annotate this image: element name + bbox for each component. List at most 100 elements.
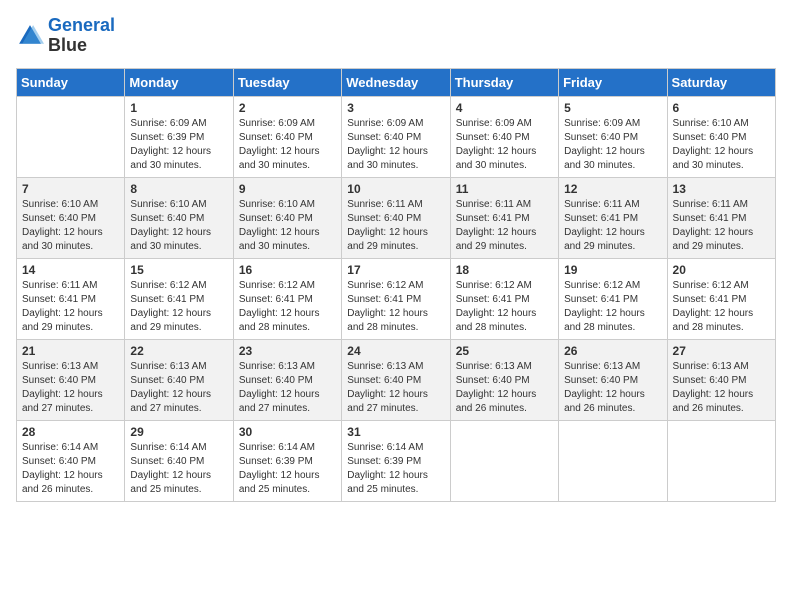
day-number: 18 [456, 263, 553, 277]
calendar-cell [17, 96, 125, 177]
calendar-cell: 13 Sunrise: 6:11 AM Sunset: 6:41 PM Dayl… [667, 177, 775, 258]
cell-info: Sunrise: 6:12 AM Sunset: 6:41 PM Dayligh… [673, 279, 770, 335]
calendar-week-1: 1 Sunrise: 6:09 AM Sunset: 6:39 PM Dayli… [17, 96, 776, 177]
day-number: 26 [564, 344, 661, 358]
calendar-cell: 30 Sunrise: 6:14 AM Sunset: 6:39 PM Dayl… [233, 420, 341, 501]
day-number: 27 [673, 344, 770, 358]
calendar-cell: 12 Sunrise: 6:11 AM Sunset: 6:41 PM Dayl… [559, 177, 667, 258]
day-number: 1 [130, 101, 227, 115]
day-number: 20 [673, 263, 770, 277]
day-number: 30 [239, 425, 336, 439]
calendar-cell: 11 Sunrise: 6:11 AM Sunset: 6:41 PM Dayl… [450, 177, 558, 258]
cell-info: Sunrise: 6:13 AM Sunset: 6:40 PM Dayligh… [456, 360, 553, 416]
cell-info: Sunrise: 6:10 AM Sunset: 6:40 PM Dayligh… [239, 198, 336, 254]
calendar-table: SundayMondayTuesdayWednesdayThursdayFrid… [16, 68, 776, 502]
column-header-thursday: Thursday [450, 68, 558, 96]
calendar-cell: 19 Sunrise: 6:12 AM Sunset: 6:41 PM Dayl… [559, 258, 667, 339]
calendar-cell: 18 Sunrise: 6:12 AM Sunset: 6:41 PM Dayl… [450, 258, 558, 339]
cell-info: Sunrise: 6:14 AM Sunset: 6:39 PM Dayligh… [347, 441, 444, 497]
cell-info: Sunrise: 6:12 AM Sunset: 6:41 PM Dayligh… [130, 279, 227, 335]
cell-info: Sunrise: 6:13 AM Sunset: 6:40 PM Dayligh… [564, 360, 661, 416]
calendar-week-3: 14 Sunrise: 6:11 AM Sunset: 6:41 PM Dayl… [17, 258, 776, 339]
day-number: 9 [239, 182, 336, 196]
calendar-cell: 14 Sunrise: 6:11 AM Sunset: 6:41 PM Dayl… [17, 258, 125, 339]
cell-info: Sunrise: 6:11 AM Sunset: 6:41 PM Dayligh… [22, 279, 119, 335]
day-number: 23 [239, 344, 336, 358]
calendar-cell [667, 420, 775, 501]
column-header-sunday: Sunday [17, 68, 125, 96]
column-header-monday: Monday [125, 68, 233, 96]
column-header-wednesday: Wednesday [342, 68, 450, 96]
cell-info: Sunrise: 6:11 AM Sunset: 6:41 PM Dayligh… [564, 198, 661, 254]
calendar-cell: 6 Sunrise: 6:10 AM Sunset: 6:40 PM Dayli… [667, 96, 775, 177]
cell-info: Sunrise: 6:13 AM Sunset: 6:40 PM Dayligh… [22, 360, 119, 416]
cell-info: Sunrise: 6:14 AM Sunset: 6:39 PM Dayligh… [239, 441, 336, 497]
calendar-cell: 17 Sunrise: 6:12 AM Sunset: 6:41 PM Dayl… [342, 258, 450, 339]
cell-info: Sunrise: 6:11 AM Sunset: 6:41 PM Dayligh… [673, 198, 770, 254]
calendar-cell: 9 Sunrise: 6:10 AM Sunset: 6:40 PM Dayli… [233, 177, 341, 258]
day-number: 14 [22, 263, 119, 277]
cell-info: Sunrise: 6:10 AM Sunset: 6:40 PM Dayligh… [22, 198, 119, 254]
day-number: 16 [239, 263, 336, 277]
calendar-cell: 28 Sunrise: 6:14 AM Sunset: 6:40 PM Dayl… [17, 420, 125, 501]
cell-info: Sunrise: 6:12 AM Sunset: 6:41 PM Dayligh… [564, 279, 661, 335]
page-header: GeneralBlue [16, 16, 776, 56]
day-number: 7 [22, 182, 119, 196]
cell-info: Sunrise: 6:13 AM Sunset: 6:40 PM Dayligh… [673, 360, 770, 416]
day-number: 12 [564, 182, 661, 196]
calendar-week-2: 7 Sunrise: 6:10 AM Sunset: 6:40 PM Dayli… [17, 177, 776, 258]
day-number: 24 [347, 344, 444, 358]
day-number: 5 [564, 101, 661, 115]
calendar-cell: 22 Sunrise: 6:13 AM Sunset: 6:40 PM Dayl… [125, 339, 233, 420]
cell-info: Sunrise: 6:11 AM Sunset: 6:40 PM Dayligh… [347, 198, 444, 254]
calendar-cell: 15 Sunrise: 6:12 AM Sunset: 6:41 PM Dayl… [125, 258, 233, 339]
column-header-saturday: Saturday [667, 68, 775, 96]
calendar-cell: 16 Sunrise: 6:12 AM Sunset: 6:41 PM Dayl… [233, 258, 341, 339]
day-number: 6 [673, 101, 770, 115]
day-number: 29 [130, 425, 227, 439]
day-number: 2 [239, 101, 336, 115]
calendar-cell: 20 Sunrise: 6:12 AM Sunset: 6:41 PM Dayl… [667, 258, 775, 339]
cell-info: Sunrise: 6:10 AM Sunset: 6:40 PM Dayligh… [130, 198, 227, 254]
day-number: 31 [347, 425, 444, 439]
cell-info: Sunrise: 6:09 AM Sunset: 6:40 PM Dayligh… [239, 117, 336, 173]
day-number: 28 [22, 425, 119, 439]
calendar-cell: 3 Sunrise: 6:09 AM Sunset: 6:40 PM Dayli… [342, 96, 450, 177]
cell-info: Sunrise: 6:14 AM Sunset: 6:40 PM Dayligh… [22, 441, 119, 497]
cell-info: Sunrise: 6:11 AM Sunset: 6:41 PM Dayligh… [456, 198, 553, 254]
calendar-cell: 7 Sunrise: 6:10 AM Sunset: 6:40 PM Dayli… [17, 177, 125, 258]
calendar-cell [450, 420, 558, 501]
day-number: 3 [347, 101, 444, 115]
cell-info: Sunrise: 6:09 AM Sunset: 6:40 PM Dayligh… [347, 117, 444, 173]
logo: GeneralBlue [16, 16, 115, 56]
cell-info: Sunrise: 6:12 AM Sunset: 6:41 PM Dayligh… [239, 279, 336, 335]
day-number: 19 [564, 263, 661, 277]
cell-info: Sunrise: 6:09 AM Sunset: 6:40 PM Dayligh… [564, 117, 661, 173]
day-number: 11 [456, 182, 553, 196]
calendar-cell: 5 Sunrise: 6:09 AM Sunset: 6:40 PM Dayli… [559, 96, 667, 177]
calendar-cell: 23 Sunrise: 6:13 AM Sunset: 6:40 PM Dayl… [233, 339, 341, 420]
day-number: 4 [456, 101, 553, 115]
calendar-cell: 4 Sunrise: 6:09 AM Sunset: 6:40 PM Dayli… [450, 96, 558, 177]
logo-icon [16, 22, 44, 50]
day-number: 25 [456, 344, 553, 358]
column-header-friday: Friday [559, 68, 667, 96]
column-header-tuesday: Tuesday [233, 68, 341, 96]
cell-info: Sunrise: 6:12 AM Sunset: 6:41 PM Dayligh… [456, 279, 553, 335]
calendar-cell: 27 Sunrise: 6:13 AM Sunset: 6:40 PM Dayl… [667, 339, 775, 420]
day-number: 15 [130, 263, 227, 277]
calendar-cell: 21 Sunrise: 6:13 AM Sunset: 6:40 PM Dayl… [17, 339, 125, 420]
calendar-cell: 29 Sunrise: 6:14 AM Sunset: 6:40 PM Dayl… [125, 420, 233, 501]
day-number: 17 [347, 263, 444, 277]
cell-info: Sunrise: 6:13 AM Sunset: 6:40 PM Dayligh… [130, 360, 227, 416]
calendar-cell: 24 Sunrise: 6:13 AM Sunset: 6:40 PM Dayl… [342, 339, 450, 420]
day-number: 8 [130, 182, 227, 196]
day-number: 21 [22, 344, 119, 358]
cell-info: Sunrise: 6:09 AM Sunset: 6:40 PM Dayligh… [456, 117, 553, 173]
calendar-cell: 31 Sunrise: 6:14 AM Sunset: 6:39 PM Dayl… [342, 420, 450, 501]
cell-info: Sunrise: 6:10 AM Sunset: 6:40 PM Dayligh… [673, 117, 770, 173]
calendar-week-4: 21 Sunrise: 6:13 AM Sunset: 6:40 PM Dayl… [17, 339, 776, 420]
logo-text: GeneralBlue [48, 16, 115, 56]
cell-info: Sunrise: 6:09 AM Sunset: 6:39 PM Dayligh… [130, 117, 227, 173]
calendar-cell: 1 Sunrise: 6:09 AM Sunset: 6:39 PM Dayli… [125, 96, 233, 177]
